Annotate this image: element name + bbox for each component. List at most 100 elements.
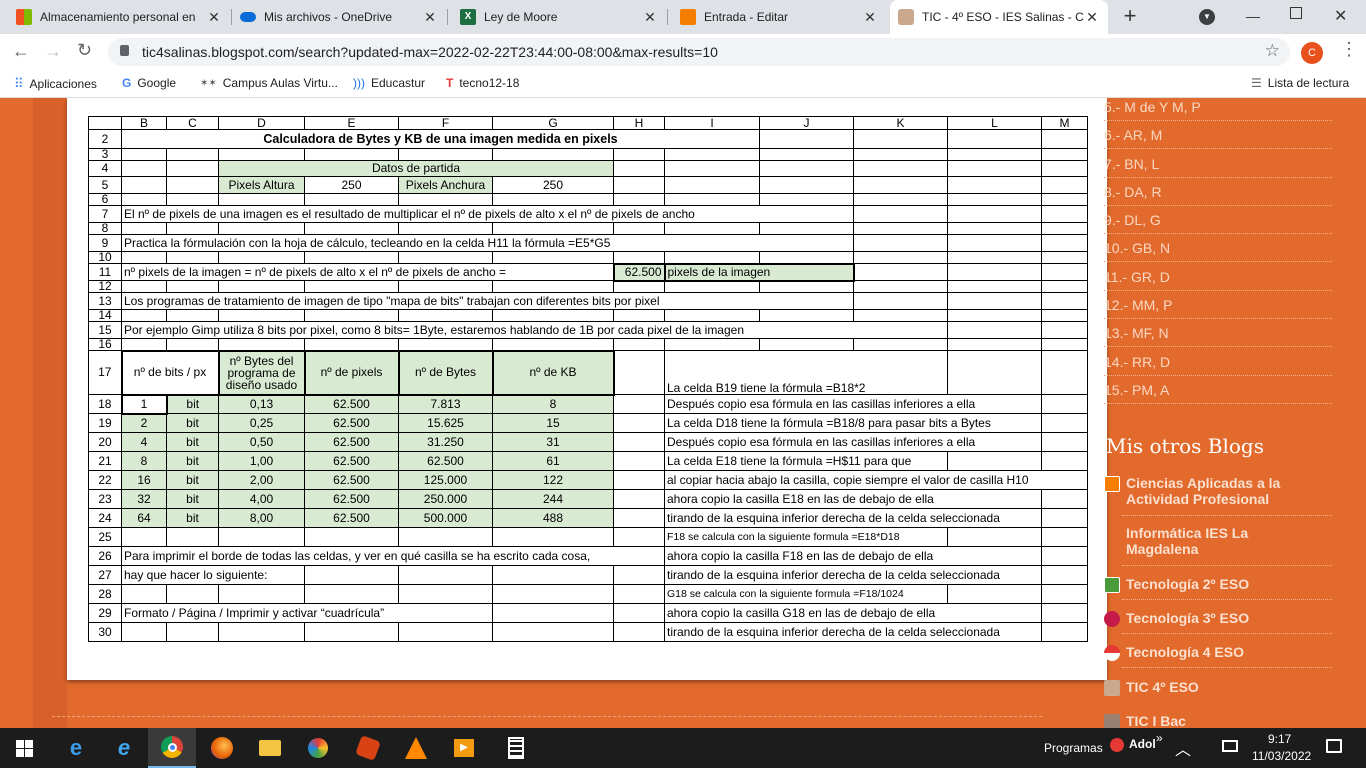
clock-time[interactable]: 9:17 [1268, 732, 1291, 746]
sidebar-link[interactable]: 15.- PM, A [1104, 382, 1169, 398]
reload-icon[interactable]: ↻ [77, 40, 92, 61]
note-row-29: ahora copio la casilla G18 en las de deb… [664, 603, 1042, 623]
row-header: 3 [88, 148, 122, 161]
reading-list[interactable]: ☰ Lista de lectura [1251, 76, 1349, 90]
close-icon[interactable]: ✕ [862, 9, 878, 26]
sidebar-link[interactable]: 6.- AR, M [1104, 127, 1162, 143]
blog-link-tecnologia-2[interactable]: Tecnología 2º ESO [1104, 576, 1306, 593]
taskbar-firefox[interactable] [198, 728, 246, 768]
chevrons-icon[interactable]: » [1156, 731, 1163, 745]
bookmark-apps[interactable]: ⠿ Aplicaciones [14, 76, 97, 92]
forward-icon[interactable]: → [44, 41, 62, 62]
network-icon[interactable] [1222, 740, 1238, 752]
tab-almacenamiento[interactable]: Almacenamiento personal en ✕ [8, 0, 230, 34]
address-bar[interactable]: tic4salinas.blogspot.com/search?updated-… [108, 38, 1290, 66]
new-tab-button[interactable]: + [1118, 5, 1142, 29]
row-header: 21 [88, 451, 122, 471]
tab-title: Mis archivos - OneDrive [264, 10, 393, 24]
clock-date[interactable]: 11/03/2022 [1252, 749, 1311, 763]
table-row: 23 32 bit 4,00 62.500 250.000 244 ahora … [88, 489, 1088, 509]
chevron-up-icon[interactable]: ︿ [1175, 736, 1191, 760]
spreadsheet-grid: B C D E F G H I J K L M 2 Calculadora de… [88, 116, 1088, 642]
column-header: H [613, 116, 665, 130]
start-button[interactable] [0, 728, 48, 768]
close-icon[interactable]: ✕ [206, 9, 222, 26]
minimize-icon[interactable]: — [1246, 8, 1260, 24]
calculator-icon [508, 737, 524, 759]
tab-tic-4-eso[interactable]: TIC - 4º ESO - IES Salinas - Ca ✕ [890, 0, 1108, 34]
notifications-icon[interactable] [1326, 739, 1342, 753]
sidebar-link[interactable]: 13.- MF, N [1104, 325, 1169, 341]
text-row-7: El nº de pixels de una imagen es el resu… [121, 205, 854, 223]
reading-list-icon: ☰ [1251, 76, 1262, 90]
table-row: 25 F18 se calcula con la siguiente formu… [88, 527, 1088, 547]
blog-link-tecnologia-4[interactable]: Tecnología 4 ESO [1104, 644, 1306, 661]
blog-link-tic-bac[interactable]: TIC I Bac [1104, 713, 1306, 728]
unit-cell: bit [166, 489, 219, 509]
pixels-cell: 62.500 [304, 394, 399, 414]
note-row-30: tirando de la esquina inferior derecha d… [664, 622, 1042, 642]
tab-ley-de-moore[interactable]: X Ley de Moore ✕ [452, 0, 666, 34]
tab-strip: Almacenamiento personal en ✕ Mis archivo… [0, 0, 1366, 34]
back-icon[interactable]: ← [12, 41, 30, 62]
profile-avatar[interactable]: C [1301, 42, 1323, 64]
bookmark-star-icon[interactable]: ☆ [1265, 41, 1280, 61]
bookmark-campus[interactable]: ✶✶ Campus Aulas Virtu... [200, 76, 338, 90]
sidebar-link[interactable]: 12.- MM, P [1104, 297, 1172, 313]
sidebar-link[interactable]: 9.- DL, G [1104, 212, 1161, 228]
taskbar-chrome[interactable] [148, 728, 196, 768]
taskbar-paint[interactable] [294, 728, 342, 768]
note-row-27: tirando de la esquina inferior derecha d… [664, 565, 1042, 585]
programas-label[interactable]: Programas [1044, 741, 1103, 755]
google-icon: G [122, 76, 132, 90]
bookmark-educastur[interactable]: ))) Educastur [353, 76, 425, 90]
bytes-cell: 500.000 [398, 508, 493, 528]
taskbar-ie[interactable]: e [100, 728, 148, 768]
pixels-cell: 62.500 [304, 508, 399, 528]
row-header: 17 [88, 350, 122, 395]
text-row-26: Para imprimir el borde de todas las celd… [121, 546, 665, 566]
sidebar-link[interactable]: 14.- RR, D [1104, 354, 1170, 370]
blog-link-tic-4[interactable]: TIC 4º ESO [1104, 679, 1306, 696]
pixels-cell: 62.500 [304, 432, 399, 452]
close-window-icon[interactable]: ✕ [1334, 6, 1347, 26]
bits-cell: 8 [121, 451, 167, 471]
taskbar-explorer[interactable] [246, 728, 294, 768]
close-icon[interactable]: ✕ [422, 9, 438, 26]
taskbar-calculator[interactable] [492, 728, 540, 768]
taskbar-media[interactable]: ▶ [440, 728, 488, 768]
tab-onedrive[interactable]: Mis archivos - OneDrive ✕ [232, 0, 446, 34]
menu-dots-icon[interactable]: ⋮ [1340, 39, 1358, 60]
tab-entrada-editar[interactable]: Entrada - Editar ✕ [672, 0, 886, 34]
row-header: 25 [88, 527, 122, 547]
taskbar-app[interactable] [344, 728, 392, 768]
sidebar-link[interactable]: 7.- BN, L [1104, 156, 1159, 172]
column-header: J [759, 116, 854, 130]
blog-link-label: Tecnología 2º ESO [1126, 576, 1250, 592]
sidebar-link[interactable]: 10.- GB, N [1104, 240, 1170, 256]
bits-cell: 4 [121, 432, 167, 452]
blog-link-tecnologia-3[interactable]: Tecnología 3º ESO [1104, 610, 1306, 627]
campus-icon: ✶✶ [200, 77, 217, 89]
table-row: 19 2 bit 0,25 62.500 15.625 15 La celda … [88, 413, 1088, 433]
sidebar-link[interactable]: 11.- GR, D [1104, 269, 1170, 285]
bookmark-google[interactable]: G Google [122, 76, 176, 90]
blog-link-ciencias[interactable]: Ciencias Aplicadas a la Actividad Profes… [1104, 475, 1306, 507]
sidebar-link[interactable]: 5.- M de Y M, P [1104, 99, 1201, 115]
bytes-per-pixel-cell: 1,00 [218, 451, 305, 471]
excel-icon: X [460, 9, 476, 25]
sidebar-link[interactable]: 8.- DA, R [1104, 184, 1162, 200]
bookmark-tecno[interactable]: Ttecno12-18 [446, 76, 519, 90]
tab-search-icon[interactable]: ▼ [1199, 9, 1215, 25]
row-header: 10 [88, 251, 122, 264]
browser-toolbar: ← → ↻ tic4salinas.blogspot.com/search?up… [0, 34, 1366, 70]
taskbar-vlc[interactable] [392, 728, 440, 768]
taskbar-edge[interactable]: e [52, 728, 100, 768]
close-icon[interactable]: ✕ [642, 9, 658, 26]
tab-title: Entrada - Editar [704, 10, 789, 24]
user-label[interactable]: Adol [1129, 737, 1156, 751]
blog-link-informatica[interactable]: Informática IES La Magdalena [1104, 525, 1306, 557]
close-icon[interactable]: ✕ [1084, 9, 1100, 26]
restore-icon[interactable] [1290, 7, 1302, 19]
kb-cell: 8 [492, 394, 614, 414]
